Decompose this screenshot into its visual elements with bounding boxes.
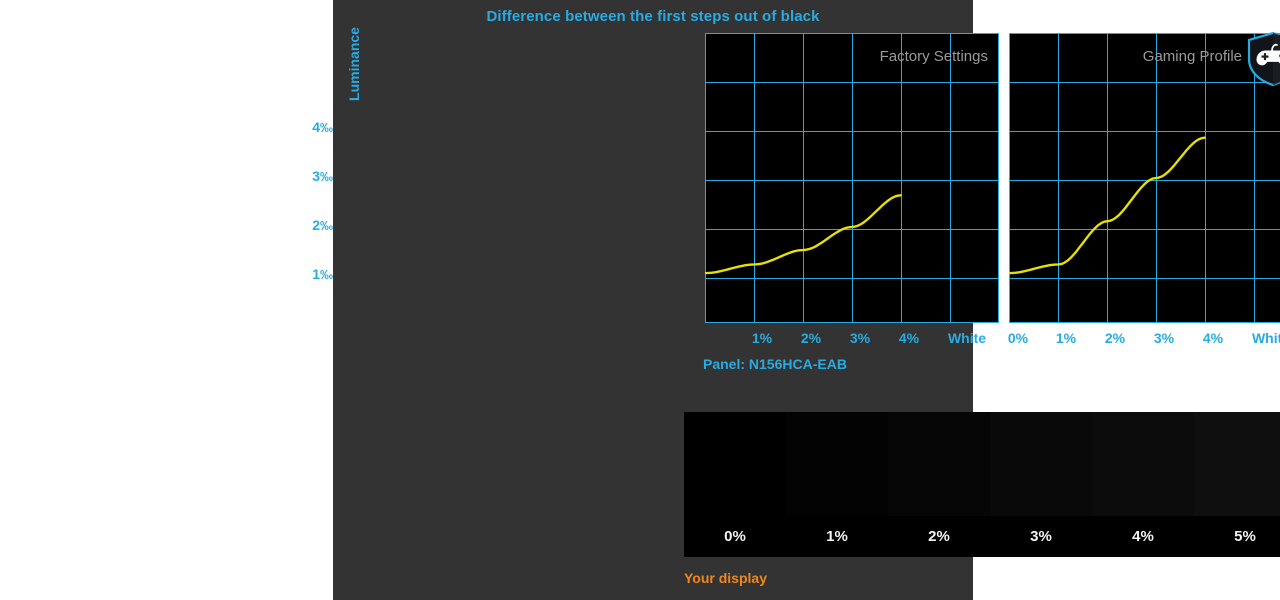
x-tick-left-2: 2% [800,330,822,346]
gradient-swatches [684,412,1280,516]
x-tick-right-white: White [1251,330,1280,346]
chart-panel-gaming-profile: Gaming Profile [1008,33,1280,323]
your-display-label: Your display [684,570,767,586]
x-tick-right-3: 3% [1153,330,1175,346]
gradient-step-label-0: 0% [724,528,746,545]
y-axis-label: Luminance [346,27,362,101]
chart-panel-factory-settings: Factory Settings [704,33,999,323]
x-tick-left-white: White [947,330,987,346]
x-tick-right-2: 2% [1104,330,1126,346]
content-panel: Difference between the first steps out o… [312,0,1280,600]
x-tick-right-0: 0% [1007,330,1029,346]
panel-model-label: Panel: N156HCA-EAB [703,356,847,372]
page-title: Difference between the first steps out o… [486,8,820,25]
gradient-step-labels: 0% 1% 2% 3% 4% 5% [684,516,1280,557]
y-tick-2: 2‰ [312,217,333,233]
y-tick-1: 1‰ [312,266,333,282]
black-level-gradient-strip: 0% 1% 2% 3% 4% 5% [684,412,1280,557]
x-tick-right-4: 4% [1202,330,1224,346]
gradient-step-label-2: 2% [928,528,950,545]
gradient-step-label-5: 5% [1234,528,1256,545]
gradient-swatch-0 [684,412,786,516]
x-tick-left-1: 1% [751,330,773,346]
x-tick-right-1: 1% [1055,330,1077,346]
gradient-swatch-5 [1194,412,1280,516]
luminance-curve-gaming [1008,136,1206,275]
gradient-step-label-3: 3% [1030,528,1052,545]
gradient-step-label-4: 4% [1132,528,1154,545]
gradient-step-label-1: 1% [826,528,848,545]
screenshot-root: Difference between the first steps out o… [0,0,1280,600]
gradient-swatch-1 [786,412,888,516]
gradient-swatch-3 [990,412,1092,516]
luminance-curve-factory [704,194,902,275]
y-tick-4: 4‰ [312,119,333,135]
gamepad-shield-icon [1244,30,1280,88]
x-tick-left-4: 4% [898,330,920,346]
gradient-swatch-4 [1092,412,1194,516]
gradient-swatch-2 [888,412,990,516]
x-tick-left-3: 3% [849,330,871,346]
y-tick-3: 3‰ [312,168,333,184]
